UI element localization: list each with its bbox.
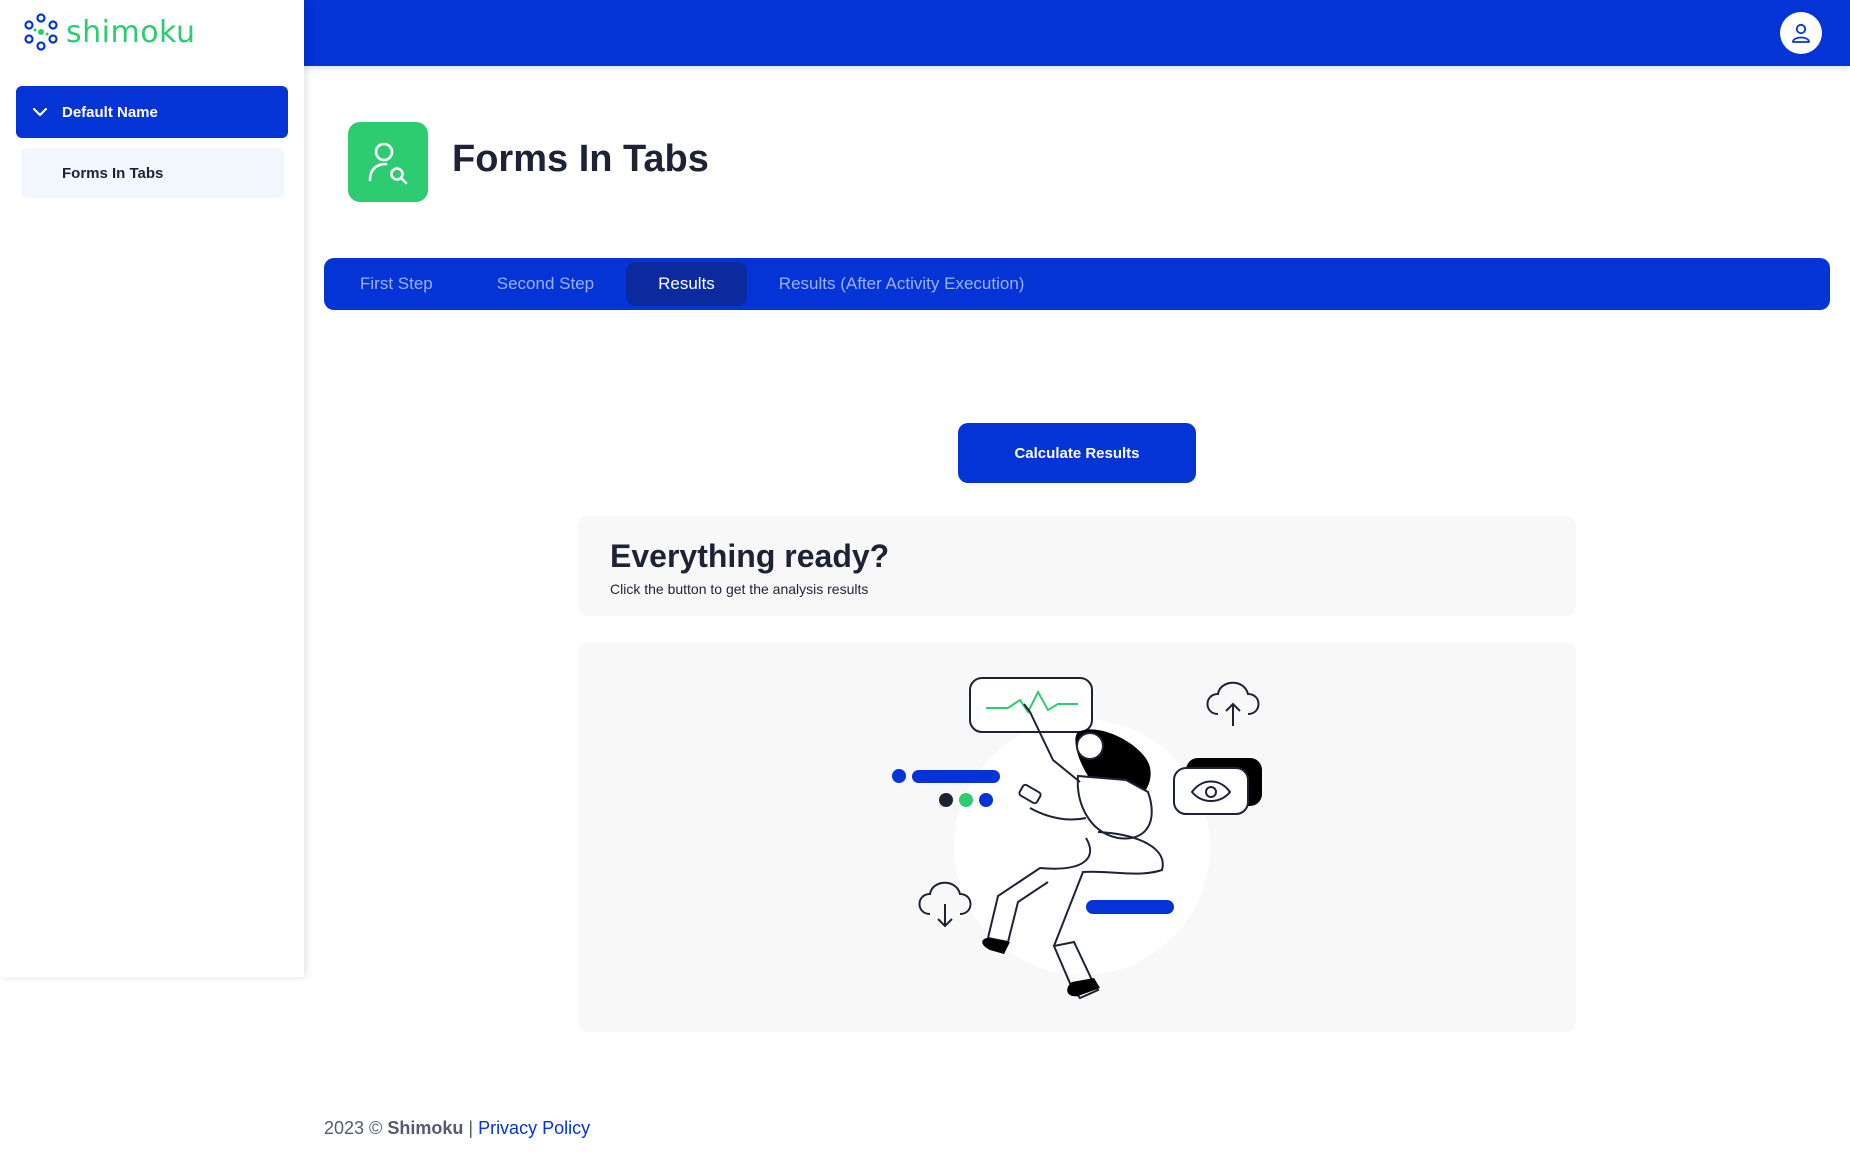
user-avatar-button[interactable]: [1780, 12, 1822, 54]
sidebar-item-forms-in-tabs[interactable]: Forms In Tabs: [21, 148, 284, 198]
logo[interactable]: shimoku: [24, 12, 196, 52]
sidebar-group-label: Default Name: [62, 103, 158, 121]
footer-copyright: 2023 ©: [324, 1118, 383, 1138]
ready-title: Everything ready?: [610, 538, 890, 574]
woman-pointing-at-chart-illustration: [892, 677, 1262, 1000]
logo-text: shimoku: [66, 14, 196, 50]
tab-results[interactable]: Results: [626, 262, 747, 306]
ready-subtitle: Click the button to get the analysis res…: [610, 581, 869, 597]
user-icon: [1792, 23, 1810, 43]
privacy-policy-link[interactable]: Privacy Policy: [478, 1118, 590, 1138]
tab-results-after-activity[interactable]: Results (After Activity Execution): [747, 262, 1057, 306]
footer-company: Shimoku: [387, 1118, 464, 1138]
top-bar: [304, 0, 1850, 66]
footer: 2023 © Shimoku | Privacy Policy: [324, 1118, 590, 1139]
user-search-icon: [368, 142, 408, 185]
tab-first-step[interactable]: First Step: [328, 262, 465, 306]
ready-card: Everything ready? Click the button to ge…: [578, 516, 1576, 616]
tab-second-step[interactable]: Second Step: [465, 262, 626, 306]
sidebar: shimoku Default Name Forms In Tabs: [0, 0, 304, 977]
page-icon: [348, 122, 428, 202]
footer-separator: |: [468, 1118, 474, 1138]
chevron-down-icon: [32, 107, 48, 117]
shimoku-logo-icon: [24, 13, 58, 51]
calculate-results-button[interactable]: Calculate Results: [958, 423, 1196, 483]
sidebar-group-default-name[interactable]: Default Name: [16, 86, 288, 138]
sidebar-item-label: Forms In Tabs: [62, 164, 164, 182]
illustration-card: [578, 642, 1576, 1032]
page-title: Forms In Tabs: [452, 138, 709, 180]
tab-bar: First Step Second Step Results Results (…: [324, 258, 1830, 310]
